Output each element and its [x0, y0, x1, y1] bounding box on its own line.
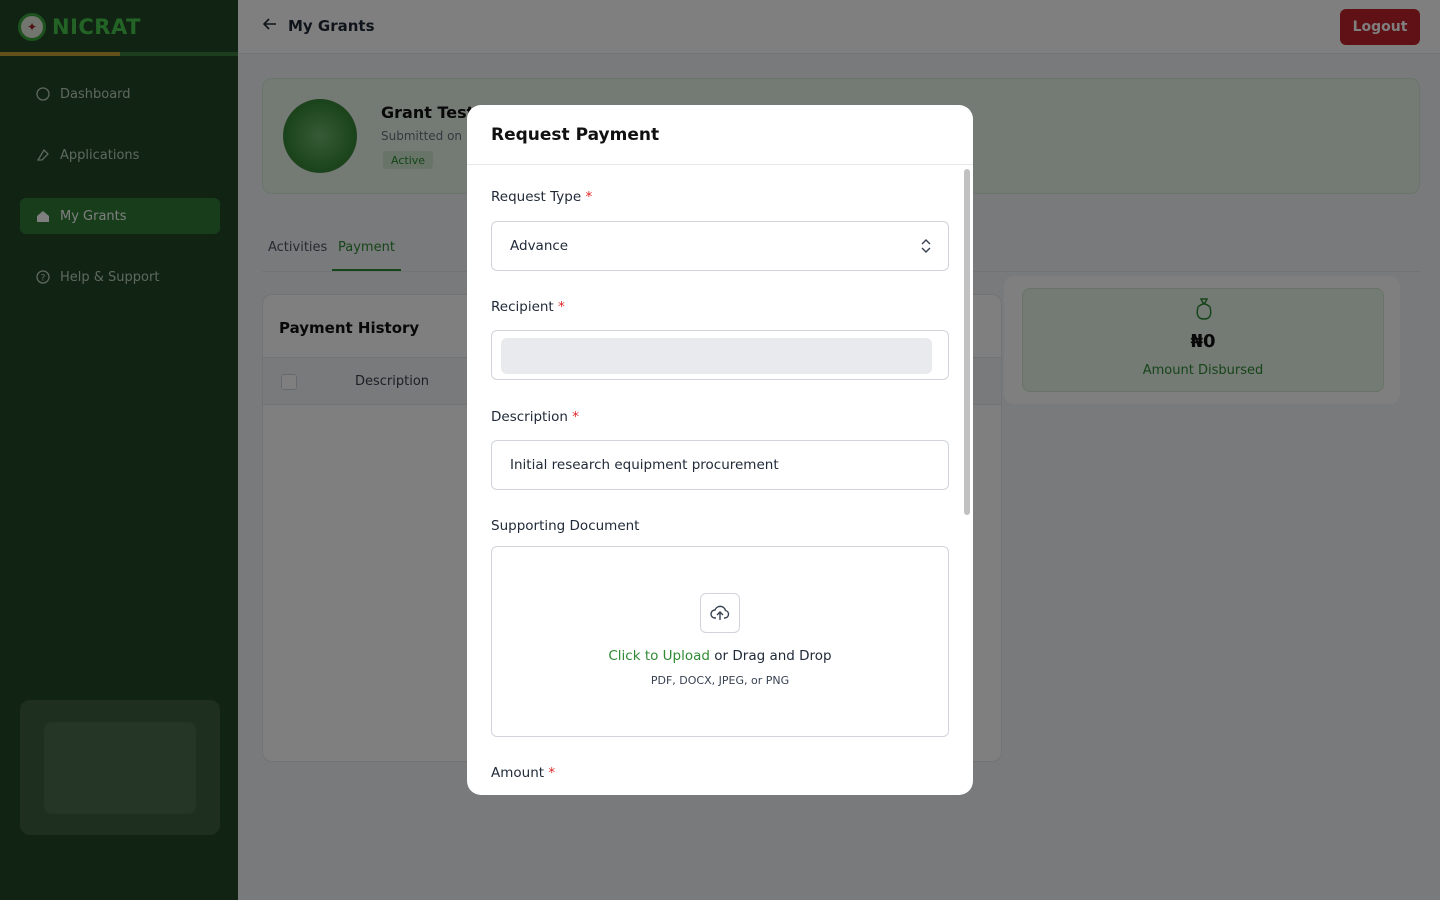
drag-drop-text: or Drag and Drop [709, 648, 832, 664]
request-payment-modal: Request Payment Request Type * Advance R… [467, 105, 973, 795]
chevron-up-down-icon [920, 237, 932, 255]
required-mark: * [585, 189, 593, 205]
required-mark: * [558, 299, 565, 315]
description-label: Description * [491, 409, 579, 425]
modal-title: Request Payment [491, 124, 660, 145]
recipient-loading-skeleton [501, 338, 932, 374]
upload-file-types: PDF, DOCX, JPEG, or PNG [650, 674, 790, 687]
recipient-label: Recipient * [491, 299, 565, 315]
supporting-document-label: Supporting Document [491, 518, 640, 534]
modal-body[interactable]: Request Type * Advance Recipient * Descr… [467, 165, 973, 795]
request-type-label: Request Type * [491, 189, 593, 205]
click-to-upload-link[interactable]: Click to Upload [608, 648, 710, 664]
request-type-select[interactable]: Advance [491, 221, 949, 271]
required-mark: * [572, 409, 579, 425]
modal-header: Request Payment [467, 105, 973, 165]
description-value: Initial research equipment procurement [510, 457, 779, 473]
request-type-value: Advance [510, 238, 569, 254]
file-dropzone[interactable]: Click to Upload or Drag and Drop PDF, DO… [491, 546, 949, 737]
required-mark: * [548, 765, 556, 781]
recipient-field[interactable] [491, 330, 949, 380]
modal-scrollbar[interactable] [964, 169, 970, 515]
cloud-upload-icon [700, 593, 740, 633]
amount-label: Amount * [491, 765, 556, 781]
upload-instructions: Click to Upload or Drag and Drop [492, 648, 948, 664]
description-input[interactable]: Initial research equipment procurement [491, 440, 949, 490]
